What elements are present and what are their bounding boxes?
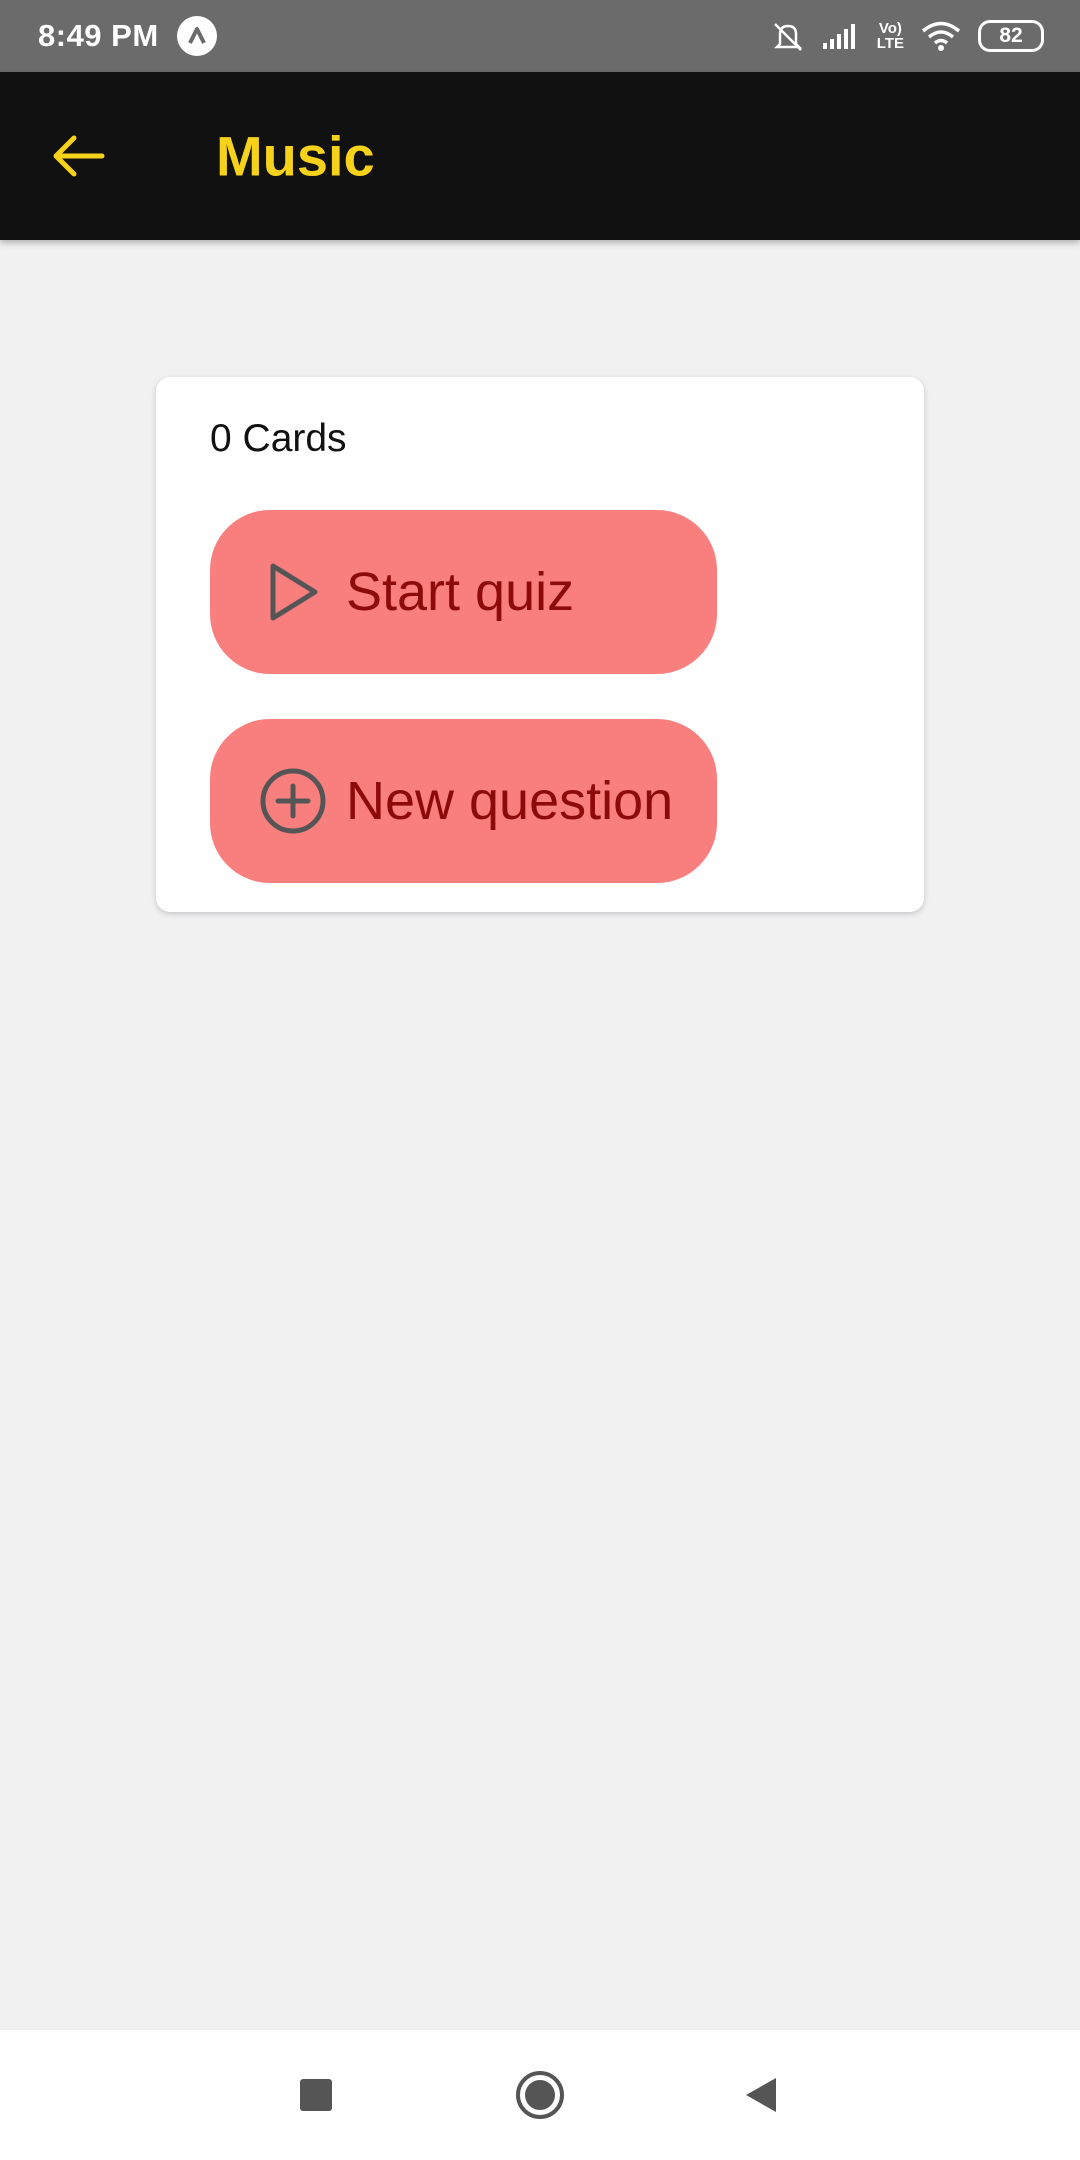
wifi-icon	[921, 21, 961, 51]
status-bar: 8:49 PM Vo) LTE 82	[0, 0, 1080, 72]
status-time: 8:49 PM	[38, 18, 159, 53]
page-title: Music	[216, 124, 375, 188]
app-bar: Music	[0, 72, 1080, 240]
system-nav-bar	[0, 2030, 1080, 2160]
lte-text: LTE	[876, 35, 904, 52]
triangle-back-icon	[746, 2078, 776, 2112]
plus-circle-icon	[254, 766, 332, 836]
back-nav-button[interactable]	[742, 2075, 780, 2115]
card-count: 0 Cards	[210, 417, 347, 460]
volte-indicator: Vo) LTE	[877, 21, 904, 51]
recents-button[interactable]	[298, 2077, 334, 2113]
home-button[interactable]	[514, 2069, 566, 2121]
arrow-left-icon	[53, 135, 105, 177]
battery-level: 82	[999, 24, 1023, 47]
mute-icon	[773, 23, 802, 51]
start-quiz-label: Start quiz	[346, 562, 575, 622]
square-icon	[300, 2079, 332, 2111]
start-quiz-button[interactable]: Start quiz	[210, 510, 717, 674]
play-icon	[254, 561, 332, 623]
back-button[interactable]	[40, 118, 116, 194]
signal-icon	[822, 24, 855, 49]
battery-indicator: 82	[978, 20, 1044, 52]
deck-card: 0 Cards Start quiz New question	[156, 377, 924, 912]
new-question-label: New question	[346, 771, 674, 831]
new-question-button[interactable]: New question	[210, 719, 717, 883]
status-icons: Vo) LTE 82	[771, 20, 1044, 52]
app-notification-icon	[176, 16, 217, 56]
volte-text: Vo)	[878, 20, 902, 37]
circle-icon	[516, 2071, 564, 2119]
